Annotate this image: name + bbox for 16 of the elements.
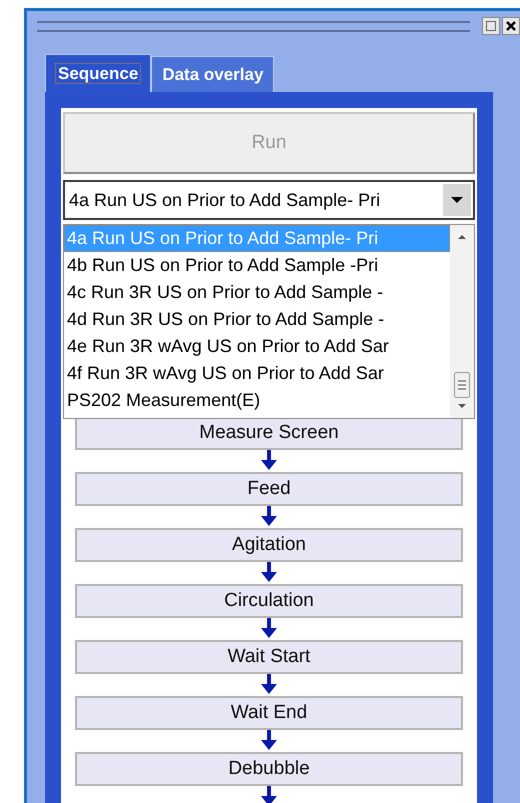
dropdown-option[interactable]: 4f Run 3R wAvg US on Prior to Add Sar	[64, 360, 450, 387]
tab[interactable]: Sequence	[45, 54, 152, 92]
sequence-dropdown[interactable]: 4a Run US on Prior to Add Sample- Pri	[63, 180, 475, 220]
dropdown-option[interactable]: 4c Run 3R US on Prior to Add Sample -	[64, 279, 450, 306]
step-box[interactable]: Feed	[75, 472, 463, 506]
step-box[interactable]: Wait Start	[75, 640, 463, 674]
step-box[interactable]: Measure Screen	[75, 416, 463, 450]
tab[interactable]: Data overlay	[151, 56, 274, 92]
step-box[interactable]: Agitation	[75, 528, 463, 562]
step-box[interactable]: Debubble	[75, 752, 463, 786]
step-box[interactable]: Wait End	[75, 696, 463, 730]
dropdown-option[interactable]: 4b Run US on Prior to Add Sample -Pri	[64, 252, 450, 279]
dropdown-option[interactable]: 4e Run 3R wAvg US on Prior to Add Sar	[64, 333, 450, 360]
dropdown-option[interactable]: 4d Run 3R US on Prior to Add Sample -	[64, 306, 450, 333]
dropdown-option[interactable]: PS202 Measurement(E)	[64, 387, 450, 414]
step-box[interactable]: Circulation	[75, 584, 463, 618]
